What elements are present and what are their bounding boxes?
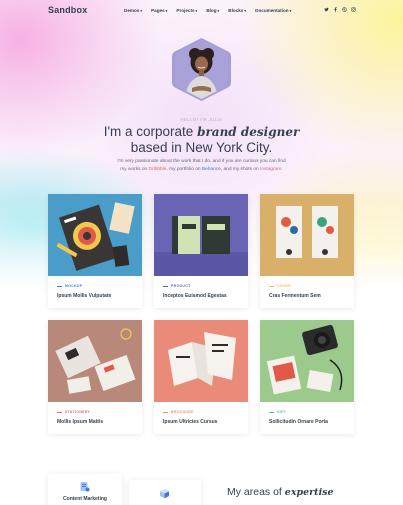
project-card[interactable]: MOCKUP Ipsum Mollis Vulputate bbox=[48, 194, 142, 308]
nav-item-projects[interactable]: Projects ▾ bbox=[176, 8, 197, 13]
nav-item-blocks[interactable]: Blocks ▾ bbox=[228, 8, 246, 13]
areas-heading: My areas of expertise bbox=[227, 486, 334, 498]
project-category: MOCKUP bbox=[57, 284, 133, 288]
nav-item-documentation[interactable]: Documentation ▾ bbox=[255, 8, 291, 13]
project-thumbnail bbox=[154, 320, 248, 402]
hero-intro: I'm very passionate about the work that … bbox=[60, 158, 343, 174]
nav-item-demos[interactable]: Demos ▾ bbox=[124, 8, 142, 13]
project-card[interactable]: COVER Cras Fermentum Sem bbox=[260, 194, 354, 308]
project-thumbnail bbox=[48, 320, 142, 402]
hero-eyebrow: HELLO! I'M JULIA bbox=[180, 117, 223, 122]
chevron-down-icon: ▾ bbox=[165, 8, 168, 13]
hero-title: I'm a corporate brand designer based in … bbox=[0, 124, 403, 156]
twitter-icon[interactable] bbox=[324, 7, 329, 12]
link-instagram[interactable]: Instagram bbox=[260, 167, 281, 172]
nav-item-pages[interactable]: Pages ▾ bbox=[151, 8, 167, 13]
areas-heading-emphasis: expertise bbox=[284, 487, 334, 498]
document-icon bbox=[80, 482, 90, 492]
social-links bbox=[324, 7, 356, 12]
intro-text-b: my works on bbox=[120, 167, 149, 172]
project-thumbnail bbox=[260, 194, 354, 276]
nav-label: Projects bbox=[176, 8, 195, 13]
chevron-down-icon: ▾ bbox=[140, 8, 143, 13]
project-thumbnail bbox=[260, 320, 354, 402]
service-card[interactable] bbox=[129, 480, 201, 505]
nav-label: Blocks bbox=[228, 8, 244, 13]
project-image bbox=[154, 320, 248, 402]
service-card-content-marketing[interactable]: Content Marketing bbox=[48, 474, 122, 505]
link-dribbble[interactable]: Dribbble bbox=[149, 167, 167, 172]
project-category: BROCHURE bbox=[163, 410, 239, 414]
project-image bbox=[260, 320, 354, 402]
project-image bbox=[48, 320, 142, 402]
project-title[interactable]: Sollicitudin Ornare Porta bbox=[269, 419, 345, 425]
project-image bbox=[154, 194, 248, 276]
facebook-icon[interactable] bbox=[333, 7, 338, 12]
project-title[interactable]: Ipsum Mollis Vulputate bbox=[57, 293, 133, 299]
project-thumbnail bbox=[48, 194, 142, 276]
nav-item-blog[interactable]: Blog ▾ bbox=[206, 8, 219, 13]
dribbble-icon[interactable] bbox=[342, 7, 347, 12]
project-card[interactable]: STATIONERY Mollis Ipsum Mattis bbox=[48, 320, 142, 434]
instagram-icon[interactable] bbox=[351, 7, 356, 12]
site-header: Sandbox Demos ▾ Pages ▾ Projects ▾ Blog ▾ Bl… bbox=[0, 0, 403, 22]
project-image bbox=[260, 194, 354, 276]
project-image bbox=[48, 194, 142, 276]
project-category: GIFT bbox=[269, 410, 345, 414]
intro-text-e: . bbox=[281, 167, 283, 172]
chevron-down-icon: ▾ bbox=[289, 8, 292, 13]
nav-label: Blog bbox=[206, 8, 217, 13]
chevron-down-icon: ▾ bbox=[244, 8, 247, 13]
chevron-down-icon: ▾ bbox=[217, 8, 220, 13]
nav-label: Pages bbox=[151, 8, 165, 13]
cube-icon bbox=[160, 489, 169, 499]
hero-title-emphasis: brand designer bbox=[197, 125, 300, 139]
chevron-down-icon: ▾ bbox=[195, 8, 198, 13]
nav-label: Documentation bbox=[255, 8, 289, 13]
site-logo[interactable]: Sandbox bbox=[48, 5, 87, 15]
project-category: STATIONERY bbox=[57, 410, 133, 414]
project-category: PRODUCT bbox=[163, 284, 239, 288]
link-behance[interactable]: Behance bbox=[202, 167, 221, 172]
intro-text-d: , and my shots on bbox=[220, 167, 261, 172]
nav-label: Demos bbox=[124, 8, 140, 13]
areas-heading-prefix: My areas of bbox=[227, 486, 285, 498]
project-title[interactable]: Mollis Ipsum Mattis bbox=[57, 419, 133, 425]
service-card-label: Content Marketing bbox=[63, 496, 107, 502]
intro-text-a: I'm very passionate about the work that … bbox=[117, 159, 286, 164]
project-title[interactable]: Inceptos Euismod Egestas bbox=[163, 293, 239, 299]
project-thumbnail bbox=[154, 194, 248, 276]
project-card[interactable]: BROCHURE Ipsum Ultricies Cursus bbox=[154, 320, 248, 434]
project-category: COVER bbox=[269, 284, 345, 288]
intro-text-c: , my portfolio on bbox=[166, 167, 202, 172]
project-card[interactable]: GIFT Sollicitudin Ornare Porta bbox=[260, 320, 354, 434]
project-card[interactable]: PRODUCT Inceptos Euismod Egestas bbox=[154, 194, 248, 308]
project-title[interactable]: Ipsum Ultricies Cursus bbox=[163, 419, 239, 425]
avatar-illustration bbox=[172, 38, 231, 101]
hero-title-line2: based in New York City. bbox=[130, 140, 273, 155]
profile-avatar bbox=[170, 38, 233, 101]
project-title[interactable]: Cras Fermentum Sem bbox=[269, 293, 345, 299]
main-nav: Demos ▾ Pages ▾ Projects ▾ Blog ▾ Blocks ▾ Do… bbox=[124, 8, 291, 13]
hero-title-prefix: I'm a corporate bbox=[103, 124, 198, 139]
